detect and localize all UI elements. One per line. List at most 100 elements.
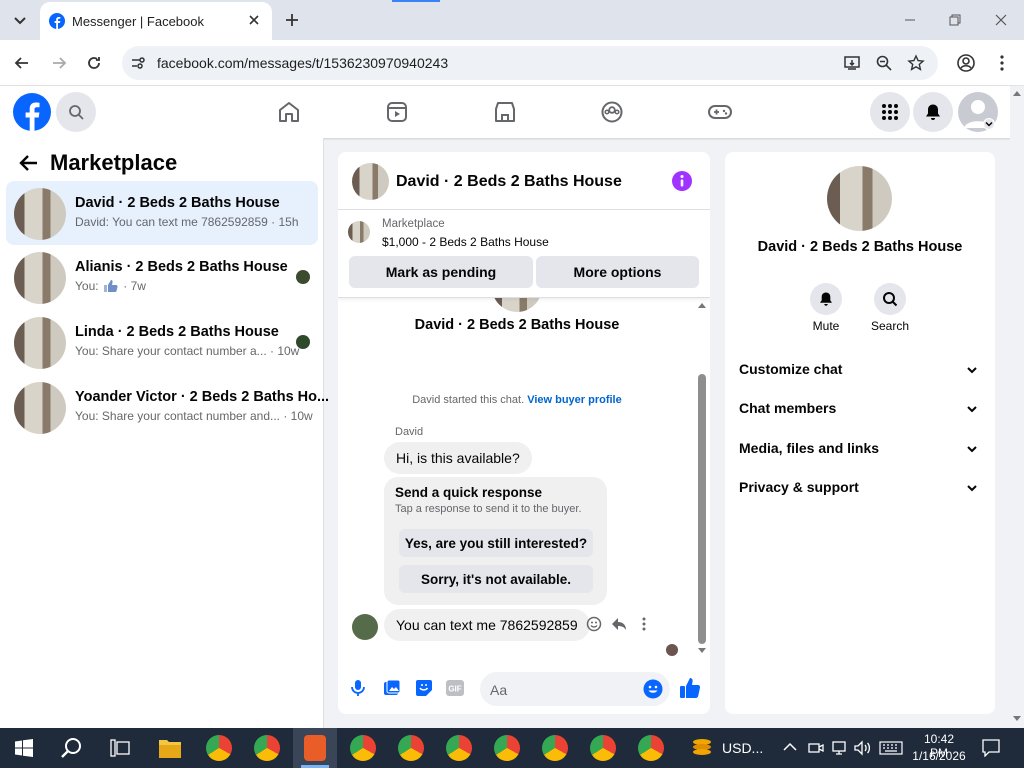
site-info-icon[interactable] bbox=[130, 55, 146, 71]
network-icon[interactable] bbox=[831, 740, 847, 756]
chat-header: David · 2 Beds 2 Baths House bbox=[338, 152, 710, 210]
file-explorer-icon[interactable] bbox=[158, 737, 182, 759]
app-taskbar-icon bbox=[304, 735, 326, 761]
conversation-preview: David: You can text me 7862592859 · 15h bbox=[75, 215, 299, 229]
sticker-icon[interactable] bbox=[415, 679, 433, 697]
conversation-item-alianis[interactable]: Alianis · 2 Beds 2 Baths House You: · 7w bbox=[6, 245, 318, 309]
search-button[interactable] bbox=[56, 92, 96, 132]
react-emoji-icon[interactable] bbox=[586, 616, 602, 632]
chrome-taskbar-icon[interactable] bbox=[494, 735, 520, 761]
search-icon[interactable] bbox=[61, 737, 83, 759]
notifications-button[interactable] bbox=[913, 92, 953, 132]
task-view-icon[interactable] bbox=[110, 739, 130, 757]
section-privacy-support[interactable]: Privacy & support bbox=[739, 479, 981, 501]
chrome-taskbar-icon[interactable] bbox=[542, 735, 568, 761]
mute-button[interactable] bbox=[810, 283, 842, 315]
chrome-taskbar-icon[interactable] bbox=[254, 735, 280, 761]
section-media-files-links[interactable]: Media, files and links bbox=[739, 440, 981, 462]
page-scrollbar[interactable] bbox=[1010, 86, 1024, 728]
sender-avatar[interactable] bbox=[352, 614, 378, 640]
info-icon[interactable] bbox=[672, 171, 692, 191]
section-customize-chat[interactable]: Customize chat bbox=[739, 361, 981, 383]
message-input[interactable]: Aa bbox=[480, 672, 670, 706]
forward-icon[interactable] bbox=[50, 54, 68, 72]
url-text[interactable]: facebook.com/messages/t/1536230970940243 bbox=[157, 55, 448, 71]
photo-icon[interactable] bbox=[383, 679, 401, 697]
close-tab-icon[interactable] bbox=[246, 12, 262, 28]
account-menu-chevron[interactable] bbox=[983, 118, 995, 130]
menu-button[interactable] bbox=[870, 92, 910, 132]
gif-icon[interactable]: GIF bbox=[446, 680, 464, 696]
search-in-chat-button[interactable] bbox=[874, 283, 906, 315]
restore-icon[interactable] bbox=[947, 12, 963, 28]
tray-expand-icon[interactable] bbox=[783, 742, 797, 752]
chrome-taskbar-icon[interactable] bbox=[206, 735, 232, 761]
facebook-logo-icon[interactable] bbox=[13, 93, 51, 131]
info-avatar[interactable] bbox=[827, 166, 892, 231]
listing-price[interactable]: $1,000 - 2 Beds 2 Baths House bbox=[382, 235, 549, 249]
active-app-highlight[interactable] bbox=[293, 728, 337, 768]
emoji-icon[interactable] bbox=[643, 679, 663, 699]
reply-icon[interactable] bbox=[611, 616, 627, 632]
keyboard-icon[interactable] bbox=[879, 741, 903, 755]
section-label: Customize chat bbox=[739, 361, 843, 377]
scroll-up-icon[interactable] bbox=[1013, 90, 1021, 96]
like-button-icon[interactable] bbox=[679, 677, 701, 699]
reload-icon[interactable] bbox=[85, 54, 103, 72]
mark-pending-button[interactable]: Mark as pending bbox=[349, 256, 533, 288]
currency-widget-icon[interactable] bbox=[690, 737, 714, 759]
chat-title[interactable]: David · 2 Beds 2 Baths House bbox=[396, 173, 622, 191]
facebook-header bbox=[0, 86, 1016, 138]
volume-icon[interactable] bbox=[854, 740, 872, 756]
video-icon[interactable] bbox=[385, 100, 409, 124]
section-chat-members[interactable]: Chat members bbox=[739, 400, 981, 422]
chrome-taskbar-icon[interactable] bbox=[590, 735, 616, 761]
marketplace-icon[interactable] bbox=[493, 100, 517, 124]
chrome-taskbar-icon[interactable] bbox=[638, 735, 664, 761]
meet-now-icon[interactable] bbox=[808, 740, 824, 756]
microphone-icon[interactable] bbox=[350, 679, 366, 697]
conversation-item-yoander[interactable]: Yoander Victor · 2 Beds 2 Baths Ho... Yo… bbox=[6, 375, 329, 439]
message-bubble[interactable]: You can text me 7862592859 bbox=[384, 609, 590, 641]
back-arrow-icon[interactable] bbox=[18, 152, 40, 174]
notification-center-icon[interactable] bbox=[982, 739, 1000, 757]
more-actions-icon[interactable] bbox=[636, 616, 652, 632]
windows-start-icon[interactable] bbox=[15, 739, 33, 757]
groups-icon[interactable] bbox=[600, 100, 624, 124]
view-buyer-profile-link[interactable]: View buyer profile bbox=[527, 394, 622, 406]
scrollbar-thumb[interactable] bbox=[698, 374, 706, 644]
chrome-taskbar-icon[interactable] bbox=[398, 735, 424, 761]
message-input-placeholder: Aa bbox=[490, 682, 508, 698]
scroll-up-icon[interactable] bbox=[698, 302, 706, 308]
bookmark-star-icon[interactable] bbox=[907, 54, 925, 72]
quick-reply-yes[interactable]: Yes, are you still interested? bbox=[399, 529, 593, 557]
section-label: Media, files and links bbox=[739, 440, 880, 456]
scroll-down-icon[interactable] bbox=[1013, 716, 1021, 722]
scrollbar[interactable] bbox=[696, 302, 708, 654]
chrome-taskbar-icon[interactable] bbox=[350, 735, 376, 761]
gaming-icon[interactable] bbox=[707, 100, 733, 124]
currency-widget-label[interactable]: USD... bbox=[722, 740, 763, 756]
grid-menu-icon bbox=[882, 104, 898, 120]
chrome-taskbar-icon[interactable] bbox=[446, 735, 472, 761]
chat-avatar[interactable] bbox=[352, 163, 389, 200]
conversation-item-david[interactable]: David · 2 Beds 2 Baths House David: You … bbox=[6, 181, 318, 245]
browser-menu-icon[interactable] bbox=[993, 54, 1011, 72]
profile-icon[interactable] bbox=[956, 53, 976, 73]
quick-reply-no[interactable]: Sorry, it's not available. bbox=[399, 565, 593, 593]
more-options-button[interactable]: More options bbox=[536, 256, 699, 288]
install-app-icon[interactable] bbox=[843, 54, 861, 72]
zoom-icon[interactable] bbox=[875, 54, 893, 72]
browser-tab[interactable]: Messenger | Facebook bbox=[40, 2, 272, 40]
new-tab-icon[interactable] bbox=[283, 11, 301, 29]
clock-date[interactable]: 1/16/2026 bbox=[910, 749, 968, 763]
tab-search-button[interactable] bbox=[10, 10, 30, 30]
home-icon[interactable] bbox=[277, 100, 301, 124]
minimize-icon[interactable] bbox=[902, 12, 918, 28]
listing-thumbnail bbox=[14, 252, 66, 304]
conversation-item-linda[interactable]: Linda · 2 Beds 2 Baths House You: Share … bbox=[6, 310, 318, 374]
close-window-icon[interactable] bbox=[993, 12, 1009, 28]
message-bubble[interactable]: Hi, is this available? bbox=[384, 442, 532, 474]
scroll-down-icon[interactable] bbox=[698, 648, 706, 654]
back-icon[interactable] bbox=[13, 54, 31, 72]
